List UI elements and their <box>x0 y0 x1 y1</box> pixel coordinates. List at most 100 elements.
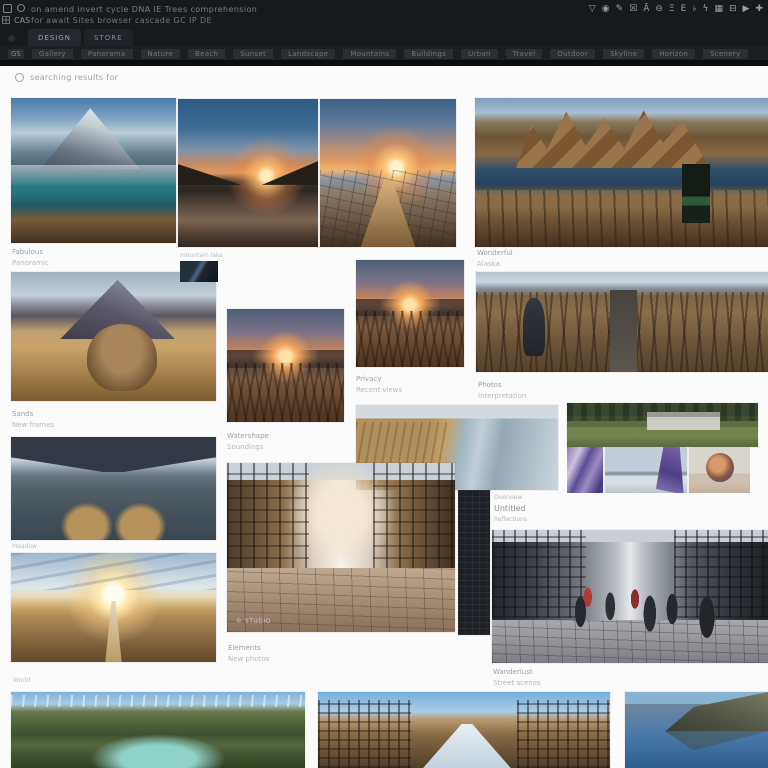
export-icon[interactable]: E <box>681 4 687 14</box>
photo-mini-thumbnail[interactable] <box>180 261 218 282</box>
play-icon[interactable]: ▶ <box>743 4 750 14</box>
photo-sky-ribbon[interactable] <box>605 447 687 493</box>
toolbar-icon-strip: ▽ ◉ ✎ ☒ Ā ⊖ Ξ E ♭ ϟ ▦ ⊟ ▶ ✚ <box>589 4 763 14</box>
filter-chip[interactable]: Nature <box>141 49 181 59</box>
filter-chip[interactable]: Urban <box>461 49 498 59</box>
caption-mini[interactable]: Meadow <box>12 543 37 550</box>
apps-grid-icon[interactable] <box>2 16 10 24</box>
toolbar-row-2: CAS for await Sites browser cascade GC I… <box>0 15 768 26</box>
photo-sunset-sea[interactable] <box>178 99 318 247</box>
tab-design[interactable]: Design <box>28 29 81 46</box>
caption-title[interactable]: Fabulous <box>12 247 49 258</box>
caption-subtitle[interactable]: New frames <box>12 420 54 431</box>
caption-subtitle[interactable]: Alaska <box>477 259 513 270</box>
filter-chip[interactable]: Gallery <box>32 49 73 59</box>
caption-line[interactable]: Reflections <box>494 514 527 525</box>
photo-railway-walker[interactable] <box>476 272 768 372</box>
font-icon[interactable]: Ā <box>643 4 649 14</box>
photo-lake-ridges[interactable] <box>11 437 216 540</box>
photo-people-street[interactable] <box>492 530 768 663</box>
filter-chip[interactable]: Buildings <box>404 49 453 59</box>
filter-chip[interactable]: Mountains <box>343 49 396 59</box>
photo-green-field-building[interactable] <box>567 403 758 447</box>
photo-panorama-peaks[interactable] <box>475 98 768 247</box>
caption-subtitle[interactable]: New photos <box>228 654 269 665</box>
photo-glass-street[interactable]: © STUDIO <box>227 463 455 632</box>
photo-sunset-boardwalk[interactable] <box>320 99 456 247</box>
caption-subtitle[interactable]: Street scenes <box>493 678 541 689</box>
filter-chip[interactable]: Travel <box>506 49 543 59</box>
photo-mountain-lake[interactable] <box>11 98 176 243</box>
photo-caption: Elements New photos <box>228 643 269 665</box>
photo-mountain-reflection[interactable] <box>625 692 768 768</box>
record-icon[interactable] <box>17 4 25 12</box>
photo-caption: Photos Interpretation <box>478 380 526 402</box>
filter-chips: Gallery Panorama Nature Beach Sunset Lan… <box>32 49 748 59</box>
photo-caption: Privacy Recent views <box>356 374 402 396</box>
filter-chip[interactable]: Horizon <box>652 49 695 59</box>
filter-chip[interactable]: Sunset <box>233 49 273 59</box>
toolbar: on amend invert cycle DNA IE Trees compr… <box>0 0 768 60</box>
caption-subtitle[interactable]: Panoramic <box>12 258 49 269</box>
caption-line[interactable]: Overview <box>494 492 527 503</box>
caption-subtitle[interactable]: Soundings <box>227 442 269 453</box>
caption-title[interactable]: Untitled <box>494 503 527 514</box>
photo-shell-sculpture[interactable] <box>689 447 750 493</box>
caption-title[interactable]: Privacy <box>356 374 402 385</box>
filter-chip[interactable]: Landscape <box>281 49 335 59</box>
photo-caption-block: Overview Untitled Reflections <box>494 492 527 525</box>
caption-mini[interactable]: mountain lake <box>180 252 223 259</box>
photo-caption: Sands New frames <box>12 409 54 431</box>
photo-caption: Watershape Soundings <box>227 431 269 453</box>
caption-mini[interactable]: World <box>13 677 30 684</box>
photo-caption: Fabulous Panoramic <box>12 247 49 269</box>
dot-icon[interactable]: ◉ <box>602 4 610 14</box>
watermark-text: © STUDIO <box>236 618 271 625</box>
crowd-silhouettes <box>506 559 754 649</box>
edit-icon[interactable]: ✎ <box>616 4 624 14</box>
language-badge[interactable]: GS <box>8 49 24 59</box>
caption-title[interactable]: Elements <box>228 643 269 654</box>
photo-valley-river[interactable] <box>11 692 305 768</box>
caption-title[interactable]: Photos <box>478 380 526 391</box>
caption-subtitle[interactable]: Interpretation <box>478 391 526 402</box>
photo-gallery-page: on amend invert cycle DNA IE Trees compr… <box>0 0 768 768</box>
photo-caption: Wanderlust Street scenes <box>493 667 541 689</box>
walker-silhouette <box>523 298 545 356</box>
photo-sunset-furrows-small[interactable] <box>356 260 464 367</box>
window-icon[interactable] <box>3 4 12 13</box>
address-text: on amend invert cycle DNA IE Trees compr… <box>31 5 257 14</box>
photo-strip-abstract <box>567 447 750 493</box>
results-status-icon <box>15 73 24 82</box>
caption-title[interactable]: Wonderful <box>477 248 513 259</box>
caption-title[interactable]: Wanderlust <box>493 667 541 678</box>
photo-sunset-furrows-tall[interactable] <box>227 309 344 422</box>
caption-subtitle[interactable]: Recent views <box>356 385 402 396</box>
caption-title[interactable]: Watershape <box>227 431 269 442</box>
address-text-2: for await Sites browser cascade GC IP DE <box>31 16 212 25</box>
close-box-icon[interactable]: ☒ <box>629 4 637 14</box>
filter-chip-row: GS Gallery Panorama Nature Beach Sunset … <box>0 46 768 61</box>
cas-label: CAS <box>14 16 30 25</box>
photo-sunray-field[interactable] <box>11 553 216 662</box>
filter-chip[interactable]: Beach <box>188 49 225 59</box>
flat-icon[interactable]: ♭ <box>692 4 696 14</box>
filter-chip[interactable]: Scenery <box>703 49 747 59</box>
add-icon[interactable]: ✚ <box>755 4 763 14</box>
filter-chip[interactable]: Skyline <box>603 49 644 59</box>
list-view-icon[interactable]: ⊟ <box>729 4 737 14</box>
caption-title[interactable]: Sands <box>12 409 54 420</box>
results-text: searching results for <box>30 73 118 82</box>
flash-icon[interactable]: ϟ <box>703 4 709 14</box>
tab-store[interactable]: Store <box>84 29 133 46</box>
flag-icon[interactable]: ▽ <box>589 4 596 14</box>
minus-circle-icon[interactable]: ⊖ <box>655 4 663 14</box>
dark-inset-shape <box>682 164 710 224</box>
photo-camel-field[interactable] <box>11 272 216 401</box>
menu-icon[interactable]: Ξ <box>669 4 675 14</box>
grid-view-icon[interactable]: ▦ <box>714 4 723 14</box>
filter-chip[interactable]: Outdoor <box>550 49 595 59</box>
filter-chip[interactable]: Panorama <box>81 49 133 59</box>
photo-icy-road-buildings[interactable] <box>318 692 610 768</box>
photo-purple-fabric[interactable] <box>567 447 603 493</box>
